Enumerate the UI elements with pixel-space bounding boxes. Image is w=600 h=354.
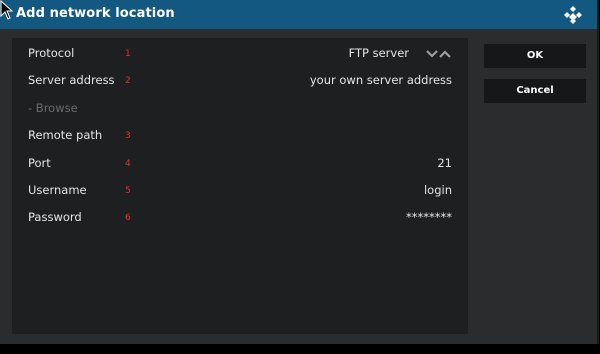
annotation-number: 4 <box>125 159 131 169</box>
mouse-pointer-icon <box>0 0 14 20</box>
annotation-number: 5 <box>125 186 131 196</box>
settings-list: Protocol 1 FTP server Server address 2 y… <box>12 38 468 334</box>
setting-row-browse: - Browse <box>12 97 468 121</box>
annotation-number: 3 <box>125 131 131 141</box>
ok-button[interactable]: OK <box>484 44 586 68</box>
annotation-number: 1 <box>125 49 131 59</box>
setting-row-server-address[interactable]: Server address 2 your own server address <box>12 69 468 93</box>
annotation-number: 2 <box>125 76 131 86</box>
setting-row-password[interactable]: Password 6 ******** <box>12 206 468 230</box>
setting-label: - Browse <box>28 101 78 115</box>
annotation-number: 6 <box>125 213 131 223</box>
setting-label: Remote path <box>28 128 103 142</box>
protocol-spinner[interactable] <box>426 48 452 60</box>
setting-label: Port <box>28 156 51 170</box>
setting-value: FTP server <box>348 46 409 60</box>
setting-value: 21 <box>437 156 452 170</box>
chevron-up-icon[interactable] <box>439 50 451 58</box>
dialog-titlebar: Add network location <box>0 0 597 29</box>
setting-value: login <box>423 183 452 197</box>
kodi-logo-icon <box>564 6 582 24</box>
setting-label: Username <box>28 183 87 197</box>
setting-value: your own server address <box>309 73 452 87</box>
dialog-title: Add network location <box>16 6 175 21</box>
setting-row-remote-path[interactable]: Remote path 3 <box>12 124 468 148</box>
screen-edge <box>0 344 600 354</box>
setting-row-port[interactable]: Port 4 21 <box>12 152 468 176</box>
add-network-location-dialog: Add network location Protocol 1 FTP serv… <box>0 0 599 344</box>
setting-row-protocol[interactable]: Protocol 1 FTP server <box>12 42 468 66</box>
setting-label: Password <box>28 210 82 224</box>
setting-row-username[interactable]: Username 5 login <box>12 179 468 203</box>
setting-value: ******** <box>406 210 452 224</box>
setting-label: Server address <box>28 73 115 87</box>
chevron-down-icon[interactable] <box>426 50 438 58</box>
cancel-button[interactable]: Cancel <box>484 79 586 103</box>
setting-label: Protocol <box>28 46 75 60</box>
